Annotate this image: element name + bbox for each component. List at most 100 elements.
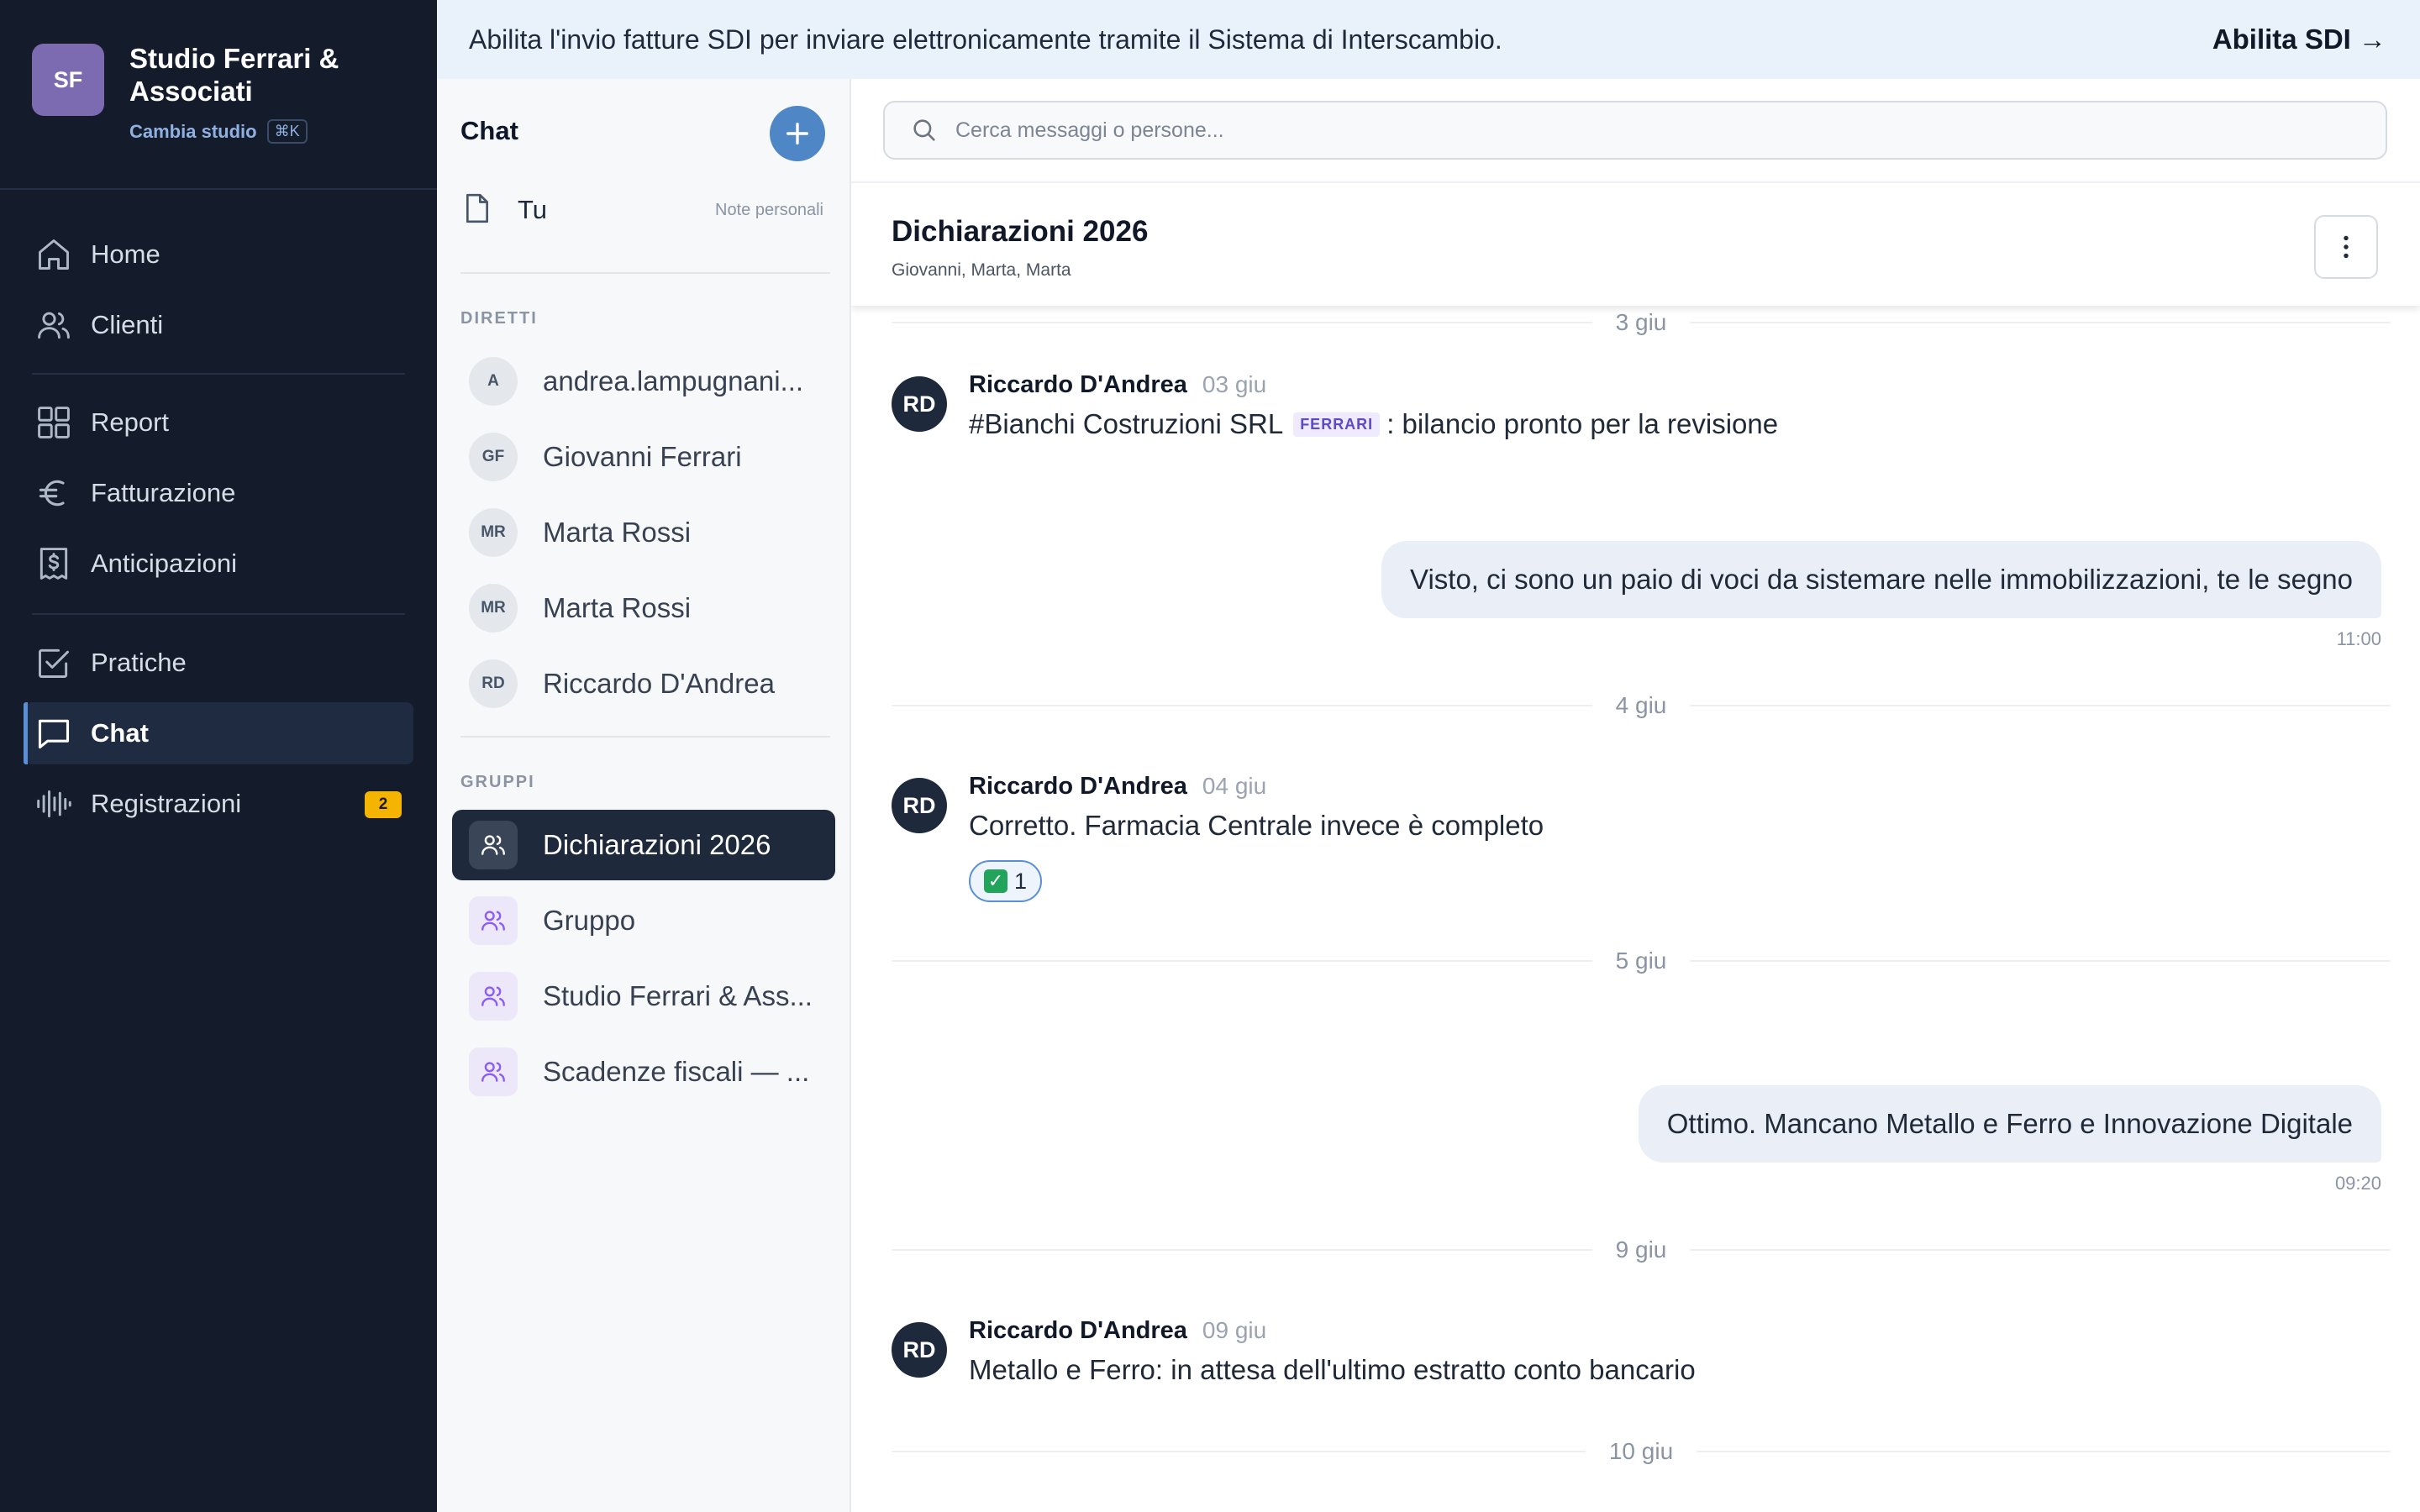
sdi-banner: Abilita l'invio fatture SDI per inviare … [437,0,2420,79]
message-text: #Bianchi Costruzioni SRL FERRARI : bilan… [969,408,1778,440]
conversation-panel: 3 giu RD Riccardo D'Andrea 03 giu #Bianc… [851,79,2420,1512]
date-label: 5 giu [1615,948,1667,974]
enable-sdi-link[interactable]: Abilita SDI → [2212,24,2386,55]
avatar: RD [892,1322,947,1378]
separator-line [892,322,1592,323]
groups-section-label: GRUPPI [460,773,535,791]
conversation-header: Dichiarazioni 2026 Giovanni, Marta, Mart… [851,181,2420,306]
euro-icon [35,475,72,512]
group-icon [469,972,518,1021]
plus-icon [786,122,809,145]
more-options-button[interactable] [2314,215,2378,279]
avatar: A [469,357,518,406]
banner-text: Abilita l'invio fatture SDI per inviare … [469,24,1502,55]
nav-item-pratiche[interactable]: Pratiche [25,632,413,694]
separator-line [1690,705,2391,706]
avatar: RD [469,659,518,708]
outgoing-message[interactable]: Ottimo. Mancano Metallo e Ferro e Innova… [1638,1085,2381,1163]
avatar: RD [892,778,947,833]
nav-item-registrazioni[interactable]: Registrazioni 2 [25,773,413,835]
message-time: 09:20 [2334,1173,2381,1194]
conversation-title: Dichiarazioni 2026 [892,215,1149,248]
contact-item[interactable]: MR Marta Rossi [452,573,835,643]
group-item-active[interactable]: Dichiarazioni 2026 [452,810,835,880]
group-item[interactable]: Gruppo [452,885,835,956]
date-separator: 3 giu [892,306,2391,339]
message-body: : bilancio pronto per la revisione [1386,408,1779,439]
separator-line [892,1451,1586,1452]
sidebar: SF Studio Ferrari & Associati Cambia stu… [0,0,437,1512]
waveform-icon [35,785,72,822]
separator-line [892,960,1592,962]
client-mention[interactable]: #Bianchi Costruzioni SRL [969,408,1283,440]
nav-item-report[interactable]: Report [25,391,413,454]
avatar: MR [469,508,518,557]
studio-switcher[interactable]: SF Studio Ferrari & Associati Cambia stu… [32,42,381,144]
contact-item[interactable]: A andrea.lampugnani... [452,346,835,417]
receipt-dollar-icon [35,545,72,582]
group-name: Studio Ferrari & Ass... [543,980,813,1011]
message-time: 04 giu [1202,773,1267,799]
message-header: Riccardo D'Andrea 09 giu [969,1317,1266,1345]
nav-item-home[interactable]: Home [25,223,413,286]
contact-name: Giovanni Ferrari [543,441,742,472]
nav-label: Chat [91,718,149,748]
contact-item[interactable]: RD Riccardo D'Andrea [452,648,835,719]
self-name: Tu [518,195,548,224]
group-icon [469,1047,518,1096]
contact-item[interactable]: GF Giovanni Ferrari [452,422,835,492]
conversation-members: Giovanni, Marta, Marta [892,260,1071,280]
contact-item[interactable]: MR Marta Rossi [452,497,835,568]
message-header: Riccardo D'Andrea 03 giu [969,371,1266,399]
nav-divider [32,613,405,615]
studio-logo: SF [32,44,104,116]
direct-section-label: DIRETTI [460,309,538,328]
separator-line [1697,1451,2391,1452]
group-name: Dichiarazioni 2026 [543,829,771,860]
list-divider [460,272,830,274]
nav-label: Clienti [91,310,164,339]
nav-label: Report [91,407,170,437]
nav-item-clienti[interactable]: Clienti [25,294,413,356]
nav-item-chat[interactable]: Chat [24,702,413,764]
chat-list-panel: Chat Tu Note personali DIRETTI A andrea.… [437,79,851,1512]
outgoing-message[interactable]: Visto, ci sono un paio di voci da sistem… [1381,541,2381,618]
sidebar-divider [0,188,437,190]
message-header: Riccardo D'Andrea 04 giu [969,773,1266,801]
message-author: Riccardo D'Andrea [969,1317,1187,1344]
avatar: MR [469,584,518,633]
nav-label: Anticipazioni [91,549,238,578]
new-chat-button[interactable] [770,106,825,161]
switch-studio-link[interactable]: Cambia studio [129,121,257,143]
document-icon [460,192,494,229]
nav-divider [32,373,405,375]
studio-switch[interactable]: Cambia studio ⌘K [129,119,381,144]
group-item[interactable]: Scadenze fiscali — ... [452,1037,835,1107]
separator-line [1690,1249,2391,1251]
home-icon [35,236,72,273]
message-time: 09 giu [1202,1317,1267,1343]
group-icon [469,821,518,869]
nav-item-anticipazioni[interactable]: Anticipazioni [25,533,413,595]
nav-item-fatturazione[interactable]: Fatturazione [25,462,413,524]
group-icon [469,896,518,945]
group-item[interactable]: Studio Ferrari & Ass... [452,961,835,1032]
reaction-chip[interactable]: ✓ 1 [969,860,1043,902]
contact-name: Riccardo D'Andrea [543,668,775,699]
message-author: Riccardo D'Andrea [969,773,1187,800]
self-note-label: Note personali [715,200,823,219]
group-name: Scadenze fiscali — ... [543,1056,810,1087]
message-author: Riccardo D'Andrea [969,371,1187,398]
contact-name: Marta Rossi [543,592,692,623]
self-notes-item[interactable]: Tu Note personali [460,185,827,235]
grid-icon [35,404,72,441]
client-tag: FERRARI [1293,412,1381,437]
nav-label: Pratiche [91,648,187,677]
separator-line [892,1249,1592,1251]
nav-label: Fatturazione [91,478,236,507]
date-separator: 9 giu [892,1233,2391,1267]
studio-info: Studio Ferrari & Associati Cambia studio… [129,42,381,144]
message-time: 11:00 [2336,628,2381,649]
separator-line [1690,322,2391,323]
separator-line [1690,960,2391,962]
